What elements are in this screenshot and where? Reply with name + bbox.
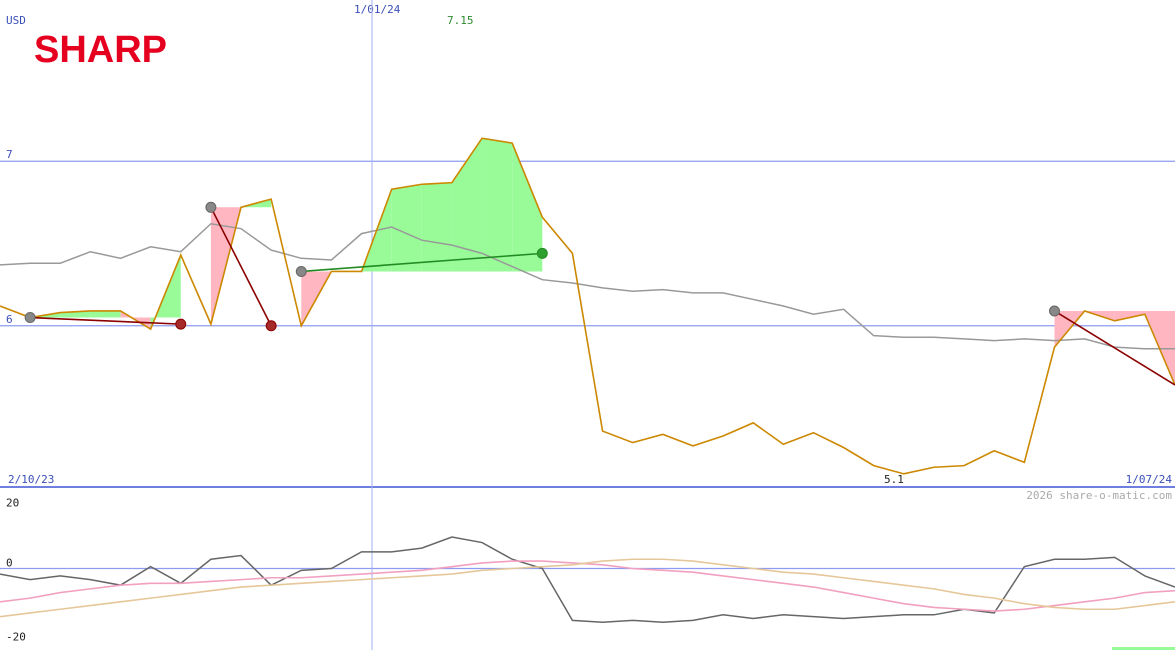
trade-entry-marker-3 [1048,305,1060,317]
trade-exit-marker-1 [265,320,277,332]
series-lines [0,137,1175,650]
brand-logo: SHARP [34,29,167,71]
trade-fill-segment [482,138,513,272]
watermark: 2026 share-o-matic.com [1026,489,1172,502]
date-marker-label: 1/01/24 [354,3,401,16]
trade-entry-marker-0 [24,312,36,324]
trade-exit-marker-2 [536,247,548,259]
stock-chart: SHARP USD 1/01/24 7.15 5.1 2/10/23 1/07/… [0,0,1175,650]
y-tick-labels: 7 6 20 0 -20 [6,148,26,643]
main-tick-label-7: 7 [6,148,13,161]
osc-tick-label--20: -20 [6,631,26,644]
trade-fill-segment [90,310,121,318]
max-value-label: 7.15 [447,14,474,27]
main-tick-label-6: 6 [6,313,13,326]
trade-entry-marker-1 [205,201,217,213]
min-value-label: 5.1 [884,473,904,486]
trade-entry-marker-2 [295,265,307,277]
osc-tick-label-0: 0 [6,557,13,570]
oscillator-main-line [0,536,1175,623]
trade-fill-segment [391,184,422,272]
x-end-label: 1/07/24 [1126,473,1173,486]
x-start-label: 2/10/23 [8,473,54,486]
trade-fills [30,138,1175,385]
currency-label: USD [6,14,26,27]
trade-exit-marker-0 [175,318,187,330]
trade-line-0 [30,316,181,325]
osc-tick-label-20: 20 [6,496,19,509]
trade-fill-segment [421,182,452,272]
